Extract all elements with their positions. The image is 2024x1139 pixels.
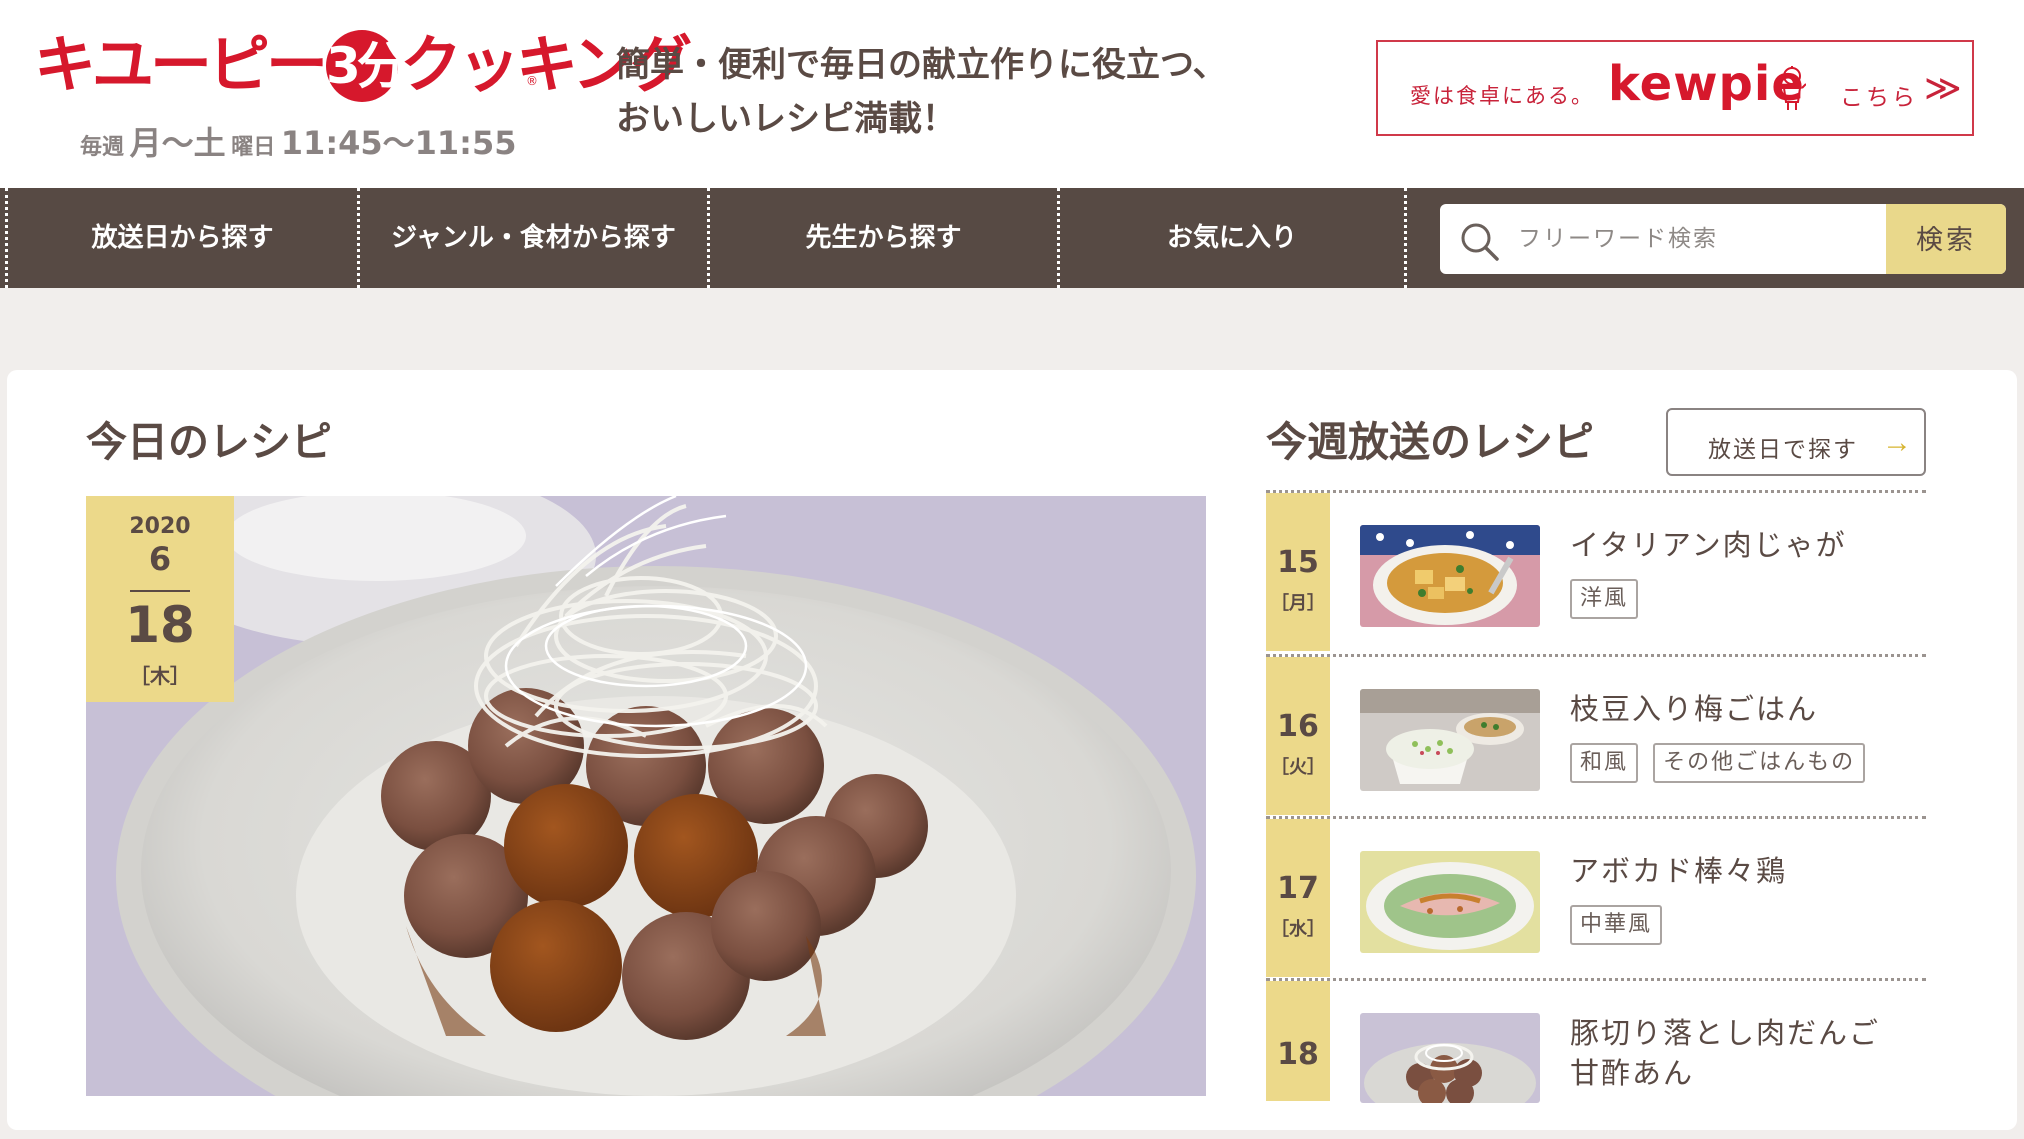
- search-by-date-button[interactable]: 放送日で探す →: [1666, 408, 1926, 476]
- recipe-tags: 和風 その他ごはんもの: [1570, 743, 1875, 783]
- recipe-tag[interactable]: 洋風: [1570, 579, 1639, 619]
- main-nav: 放送日から探す ジャンル・食材から探す 先生から探す お気に入り 検索: [0, 188, 2024, 288]
- list-item-weekday: ［火］: [1271, 757, 1325, 778]
- edamame-ume-rice-photo: [1360, 689, 1540, 791]
- search-button[interactable]: 検索: [1886, 204, 2006, 274]
- list-item-day: 15: [1277, 545, 1319, 580]
- kewpie-doll-icon: [1778, 66, 1806, 110]
- double-chevron-right-icon: ≫: [1924, 68, 1962, 109]
- registered-mark: ®: [526, 74, 538, 88]
- kewpie-banner-link[interactable]: 愛は食卓にある。 kewpie こちら ≫: [1376, 40, 1974, 136]
- list-item-date: 18: [1266, 981, 1330, 1101]
- list-item-date: 17 ［水］: [1266, 819, 1330, 977]
- date-divider: [130, 590, 190, 592]
- search-form: 検索: [1440, 204, 2006, 274]
- today-date-badge: 2020 6 18 ［木］: [86, 496, 234, 702]
- list-item[interactable]: 18 豚切り落とし肉だんご 甘酢あん: [1266, 981, 1926, 1139]
- list-item-date: 15 ［月］: [1266, 493, 1330, 651]
- list-item[interactable]: 17 ［水］ アボカド棒々鶏 中華風: [1266, 819, 1926, 977]
- tagline-line-1: 簡単・便利で毎日の献立作りに役立つ、: [616, 45, 1227, 85]
- schedule-time: 11:45〜11:55: [280, 124, 517, 162]
- recipe-tag[interactable]: 中華風: [1570, 905, 1663, 945]
- recipe-tags: 洋風: [1570, 579, 1648, 619]
- nav-item-label: ジャンル・食材から探す: [391, 223, 676, 253]
- date-year: 2020: [129, 514, 191, 539]
- recipe-title[interactable]: 豚切り落とし肉だんご 甘酢あん: [1570, 1013, 1920, 1093]
- recipe-title[interactable]: イタリアン肉じゃが: [1570, 525, 1920, 565]
- italian-nikujaga-photo: [1360, 525, 1540, 627]
- date-weekday: ［木］: [130, 664, 190, 688]
- recipe-title[interactable]: 枝豆入り梅ごはん: [1570, 689, 1920, 729]
- search-icon: [1461, 223, 1499, 261]
- kewpie-slogan: 愛は食卓にある。: [1410, 84, 1594, 108]
- nav-item-favorites[interactable]: お気に入り: [1057, 188, 1407, 288]
- avocado-bang-bang-chicken-photo: [1360, 851, 1540, 953]
- site-header: キユーピー3分クッキング ® 毎週 月〜土 曜日 11:45〜11:55 簡単・…: [0, 0, 2024, 188]
- nav-item-label: お気に入り: [1166, 223, 1297, 253]
- date-day: 18: [125, 596, 195, 654]
- logo-wordmark: キユーピー3分クッキング: [34, 28, 692, 102]
- week-recipes-heading: 今週放送のレシピ: [1266, 418, 1594, 466]
- list-item-weekday: ［水］: [1271, 919, 1325, 940]
- list-item-day: 16: [1277, 709, 1319, 744]
- search-by-date-label: 放送日で探す: [1708, 436, 1858, 462]
- site-tagline: 簡単・便利で毎日の献立作りに役立つ、 おいしいレシピ満載！: [616, 38, 1336, 146]
- kewpie-link-label: こちら: [1840, 85, 1918, 111]
- recipe-title[interactable]: アボカド棒々鶏: [1570, 851, 1920, 891]
- broadcast-schedule: 毎週 月〜土 曜日 11:45〜11:55: [80, 118, 517, 164]
- recipe-thumbnail[interactable]: [1360, 525, 1540, 627]
- date-month: 6: [148, 540, 172, 578]
- logo-text-kewpie: キユーピー: [34, 28, 328, 101]
- list-item-day: 18: [1277, 1037, 1319, 1072]
- site-logo[interactable]: キユーピー3分クッキング ®: [34, 14, 692, 114]
- tagline-line-2: おいしいレシピ満載！: [616, 99, 956, 139]
- schedule-suffix: 曜日: [231, 135, 276, 160]
- nav-item-by-broadcast-date[interactable]: 放送日から探す: [5, 188, 357, 288]
- list-item-weekday: ［月］: [1271, 593, 1325, 614]
- arrow-right-icon: →: [1882, 426, 1912, 459]
- recipe-thumbnail[interactable]: [1360, 689, 1540, 791]
- nav-item-by-teacher[interactable]: 先生から探す: [707, 188, 1057, 288]
- list-item[interactable]: 15 ［月］ イタリアン肉じゃが 洋風: [1266, 493, 1926, 651]
- recipe-thumbnail[interactable]: [1360, 851, 1540, 953]
- nav-item-by-genre-ingredient[interactable]: ジャンル・食材から探す: [357, 188, 707, 288]
- logo-circle-3min: 3分: [326, 30, 407, 102]
- recipe-tag[interactable]: 和風: [1570, 743, 1639, 783]
- list-item-day: 17: [1277, 871, 1319, 906]
- meatball-dish-photo: [86, 496, 1206, 1096]
- today-recipe-heading: 今日のレシピ: [86, 418, 332, 466]
- today-recipe-image[interactable]: [86, 496, 1206, 1096]
- nav-item-label: 放送日から探す: [91, 223, 274, 253]
- recipe-tags: 中華風: [1570, 905, 1672, 945]
- schedule-prefix: 毎週: [80, 135, 125, 160]
- list-item[interactable]: 16 ［火］ 枝豆入り梅ごはん 和風 その他ごはんもの: [1266, 657, 1926, 815]
- search-input[interactable]: [1518, 204, 1878, 274]
- kewpie-brand-logo: kewpie: [1608, 56, 1805, 112]
- nav-item-label: 先生から探す: [805, 223, 962, 253]
- recipe-tag[interactable]: その他ごはんもの: [1653, 743, 1866, 783]
- schedule-days: 月〜土: [129, 124, 226, 162]
- week-recipe-list: 15 ［月］ イタリアン肉じゃが 洋風 16 ［火］ 枝豆入り梅ごはん 和風 そ…: [1266, 490, 1926, 1103]
- list-item-date: 16 ［火］: [1266, 657, 1330, 815]
